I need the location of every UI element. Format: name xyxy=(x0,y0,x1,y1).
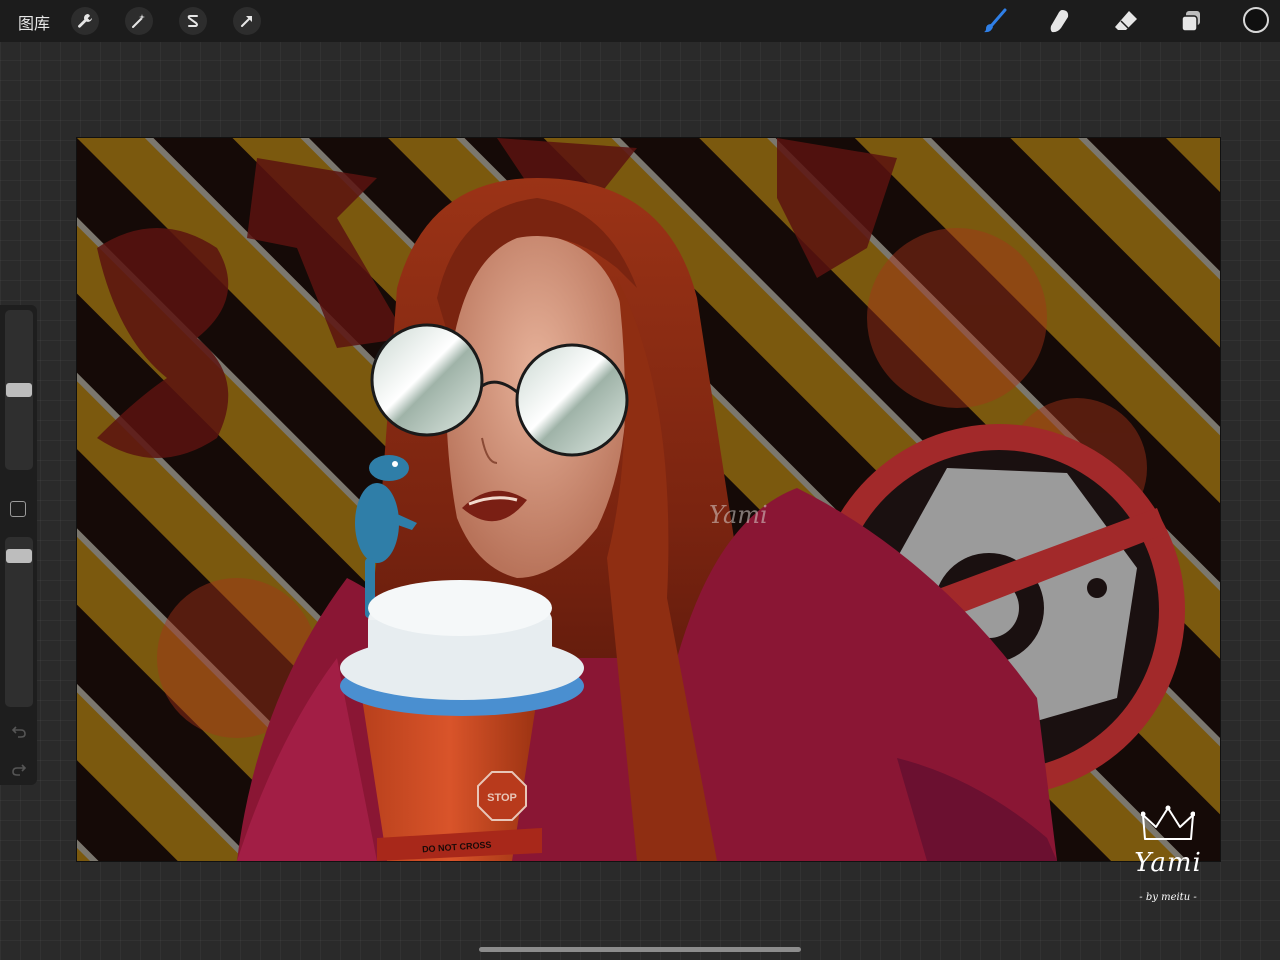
signature: Yami - by meitu - xyxy=(1128,805,1208,903)
undo-icon[interactable] xyxy=(9,723,29,743)
artwork: STOP DO NOT CROSS Yami xyxy=(77,138,1220,861)
arrow-cursor-icon xyxy=(241,16,252,27)
transform-button[interactable] xyxy=(233,7,261,35)
eraser-tool[interactable] xyxy=(1111,6,1141,36)
smudge-tool[interactable] xyxy=(1045,6,1075,36)
gallery-button[interactable]: 图库 xyxy=(18,10,50,34)
home-indicator[interactable] xyxy=(479,947,801,952)
signature-name: Yami xyxy=(1134,848,1202,878)
actions-button[interactable] xyxy=(71,7,99,35)
left-sidebar xyxy=(0,305,37,785)
color-picker-button[interactable] xyxy=(1243,7,1269,33)
watermark-text: Yami xyxy=(709,501,768,529)
brush-tool[interactable] xyxy=(980,6,1010,36)
signature-by: - by meitu - xyxy=(1139,892,1197,903)
selection-button[interactable] xyxy=(179,7,207,35)
magic-wand-icon xyxy=(132,14,145,28)
drawing-canvas[interactable]: STOP DO NOT CROSS Yami xyxy=(77,138,1220,861)
crown-icon xyxy=(1140,805,1196,840)
top-toolbar: 图库 xyxy=(0,0,1280,42)
selection-s-icon xyxy=(187,15,198,27)
square-modify-icon[interactable] xyxy=(10,501,26,517)
eraser-icon xyxy=(1115,11,1137,30)
layers-icon xyxy=(1181,11,1200,32)
cup-stop-text: STOP xyxy=(487,792,517,804)
brush-size-thumb[interactable] xyxy=(6,383,32,397)
layers-tool[interactable] xyxy=(1176,6,1206,36)
wrench-icon xyxy=(78,14,92,28)
brush-icon xyxy=(984,8,1007,33)
redo-icon[interactable] xyxy=(9,761,29,781)
opacity-thumb[interactable] xyxy=(6,549,32,564)
adjustments-button[interactable] xyxy=(125,7,153,35)
smudge-icon xyxy=(1050,10,1069,33)
